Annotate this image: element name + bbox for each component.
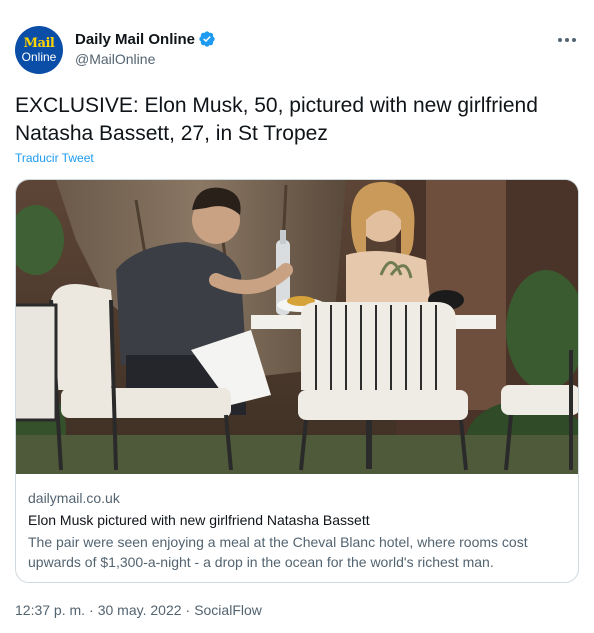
card-text: dailymail.co.uk Elon Musk pictured with … — [28, 490, 568, 572]
tweet-header: Mail Online Daily Mail Online @MailOnlin… — [15, 26, 585, 76]
tweet-text: EXCLUSIVE: Elon Musk, 50, pictured with … — [15, 94, 538, 145]
author-display-name[interactable]: Daily Mail Online — [75, 31, 195, 48]
avatar-logo-line1: Mail — [23, 36, 55, 51]
link-preview-card[interactable]: dailymail.co.uk Elon Musk pictured with … — [15, 179, 579, 583]
avatar-logo-line2: Online — [21, 50, 57, 64]
more-options-icon[interactable] — [555, 32, 579, 48]
separator-dot: · — [185, 602, 191, 618]
tweet-date[interactable]: 30 may. 2022 — [98, 602, 182, 618]
tweet-source[interactable]: SocialFlow — [194, 602, 262, 618]
avatar[interactable]: Mail Online — [15, 26, 63, 74]
tweet: Mail Online Daily Mail Online @MailOnlin… — [0, 0, 594, 633]
author-handle[interactable]: @MailOnline — [75, 51, 216, 67]
card-title: Elon Musk pictured with new girlfriend N… — [28, 512, 370, 528]
verified-badge-icon — [199, 31, 215, 47]
separator-dot: · — [89, 602, 94, 618]
tweet-timestamp: 12:37 p. m. · 30 may. 2022 · SocialFlow — [15, 602, 262, 618]
author-names: Daily Mail Online @MailOnline — [75, 30, 216, 67]
tweet-time[interactable]: 12:37 p. m. — [15, 602, 85, 618]
author-display-name-row[interactable]: Daily Mail Online — [75, 30, 216, 48]
card-description: The pair were seen enjoying a meal at th… — [28, 534, 528, 570]
card-domain: dailymail.co.uk — [28, 490, 120, 506]
article-photo[interactable] — [16, 180, 579, 474]
translate-tweet-link[interactable]: Traducir Tweet — [15, 151, 94, 165]
